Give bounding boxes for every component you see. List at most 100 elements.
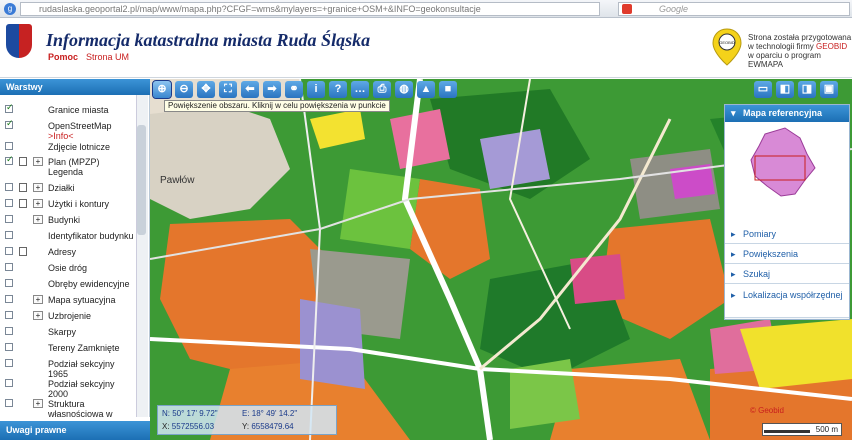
globe-icon[interactable]: ◍ [395,81,413,98]
panel-item-pomiary[interactable]: Pomiary [725,224,849,244]
panel-item-lokalizacja[interactable]: Lokalizacja współrzędnej [725,284,849,318]
tool-tooltip: Powiększenie obszaru. Kliknij w celu pow… [164,100,390,112]
address-bar[interactable]: rudaslaska.geoportal2.pl/map/www/mapa.ph… [20,2,600,16]
expand-icon[interactable]: + [33,295,43,304]
geobid-logo-text: GEOBID [719,40,735,45]
layer-label: Plan (MPZP) Legenda [48,157,100,177]
layers-panel-header[interactable]: Warstwy [0,79,150,95]
layers-scrollbar-thumb[interactable] [137,125,146,235]
layer-checkbox[interactable] [5,142,13,150]
expand-icon[interactable]: + [33,199,43,208]
geobid-line3: w oparciu o program EWMAPA [748,51,821,69]
browser-search-input[interactable]: Google [618,2,850,16]
layer-label: Użytki i kontury [48,199,110,209]
expand-icon[interactable]: + [33,399,43,408]
coord-y-label: Y: [242,422,250,431]
layout-split-icon[interactable]: ◧ [776,81,794,98]
forward-icon[interactable]: ➡ [263,81,281,98]
google-icon[interactable]: g [4,3,16,15]
layer-label: Adresy [48,247,77,257]
layer-info-icon[interactable] [19,199,27,208]
layer-label: Granice miasta [48,105,109,115]
coordinates-readout: N: 50° 17' 9.72" E: 18° 49' 14.2" X: 557… [157,405,337,435]
layer-checkbox[interactable] [5,295,13,303]
query-icon[interactable]: ? [329,81,347,98]
city-crest-logo [6,24,32,58]
coord-y: 6558479.64 [251,422,294,431]
layer-checkbox[interactable] [5,231,13,239]
geobid-line1: Strona została przygotowana [748,33,852,42]
layer-checkbox[interactable] [5,279,13,287]
panel-item-powiekszenia[interactable]: Powiększenia [725,244,849,264]
layer-checkbox[interactable] [5,343,13,351]
layer-label: Osie dróg [48,263,88,273]
help-link[interactable]: Pomoc [48,52,78,62]
pan-icon[interactable]: ✥ [197,81,215,98]
layer-label: Struktura własnościowa w [48,399,113,417]
search-engine-icon[interactable] [622,4,632,14]
layer-checkbox[interactable] [5,102,14,113]
layer-checkbox[interactable] [5,263,13,271]
layer-label: Obręby ewidencyjne [48,279,130,289]
coord-x: 5572556.03 [171,422,215,431]
coord-n: N: 50° 17' 9.72" [162,409,218,418]
geobid-pin-icon: GEOBID [712,28,742,66]
scale-bar-line [764,430,810,433]
reference-map-header[interactable]: Mapa referencyjna [725,105,849,122]
panel-item-szukaj[interactable]: Szukaj [725,264,849,284]
back-icon[interactable]: ⬅ [241,81,259,98]
coord-x-label: X: [162,422,170,431]
layer-label: Identyfikator budynku [48,231,134,241]
layer-checkbox[interactable] [5,311,13,319]
reference-map-image[interactable] [745,124,825,202]
zoom-out-icon[interactable]: ⊖ [175,81,193,98]
legal-notes-header[interactable]: Uwagi prawne [0,421,150,440]
layer-label: Tereny Zamknięte [48,343,120,353]
layer-label: Podział sekcyjny 2000 [48,379,115,399]
layer-checkbox[interactable] [5,247,13,255]
layer-info-icon[interactable] [19,247,27,256]
expand-icon[interactable]: + [33,183,43,192]
geobid-brand[interactable]: GEOBID [816,42,847,51]
zoom-extent-icon[interactable]: ⛶ [219,81,237,98]
layout-right-panel-icon[interactable]: ◨ [798,81,816,98]
layer-checkbox[interactable] [5,154,14,165]
layer-info-link[interactable]: >Info< [48,131,74,141]
camera-icon[interactable]: ■ [439,81,457,98]
layer-label: Podział sekcyjny 1965 [48,359,115,379]
layer-info-icon[interactable] [19,157,27,166]
info-icon[interactable]: i [307,81,325,98]
layer-label: Mapa sytuacyjna [48,295,116,305]
layer-label: Zdjęcie lotnicze [48,142,111,152]
layer-checkbox[interactable] [5,359,13,367]
link-icon[interactable]: ⚭ [285,81,303,98]
layout-full-icon[interactable]: ▣ [820,81,838,98]
map-toolbar: ⊕ ⊖ ✥ ⛶ ⬅ ➡ ⚭ i?… ⎙ ◍ ▲ ■ [152,80,468,99]
city-office-link[interactable]: Strona UM [86,52,129,62]
layer-checkbox[interactable] [5,379,13,387]
zoom-in-icon[interactable]: ⊕ [152,80,172,99]
layer-checkbox[interactable] [5,118,14,129]
measure-icon[interactable]: … [351,81,369,98]
page-title: Informacja katastralna miasta Ruda Śląsk… [46,30,371,50]
layer-info-icon[interactable] [19,183,27,192]
geobid-line2: w technologii firmy [748,42,817,51]
print-icon[interactable]: ⎙ [373,81,391,98]
layer-checkbox[interactable] [5,215,13,223]
layer-checkbox[interactable] [5,399,13,407]
layout-left-panel-icon[interactable]: ▭ [754,81,772,98]
geobid-info: Strona została przygotowana w technologi… [748,33,852,69]
warning-icon[interactable]: ▲ [417,81,435,98]
map-place-label: Pawłów [160,175,195,186]
layer-label: OpenStreetMap [48,121,112,131]
layer-checkbox[interactable] [5,199,13,207]
coord-e: E: 18° 49' 14.2" [242,409,298,418]
layers-list: Granice miasta OpenStreetMap>Info<Zdjęcie… [0,95,150,417]
expand-icon[interactable]: + [33,157,43,166]
panel-layout-toolbar: ▭ ◧ ◨ ▣ [752,81,852,99]
layer-checkbox[interactable] [5,183,13,191]
expand-icon[interactable]: + [33,311,43,320]
layer-checkbox[interactable] [5,327,13,335]
layer-label: Działki [48,183,75,193]
expand-icon[interactable]: + [33,215,43,224]
